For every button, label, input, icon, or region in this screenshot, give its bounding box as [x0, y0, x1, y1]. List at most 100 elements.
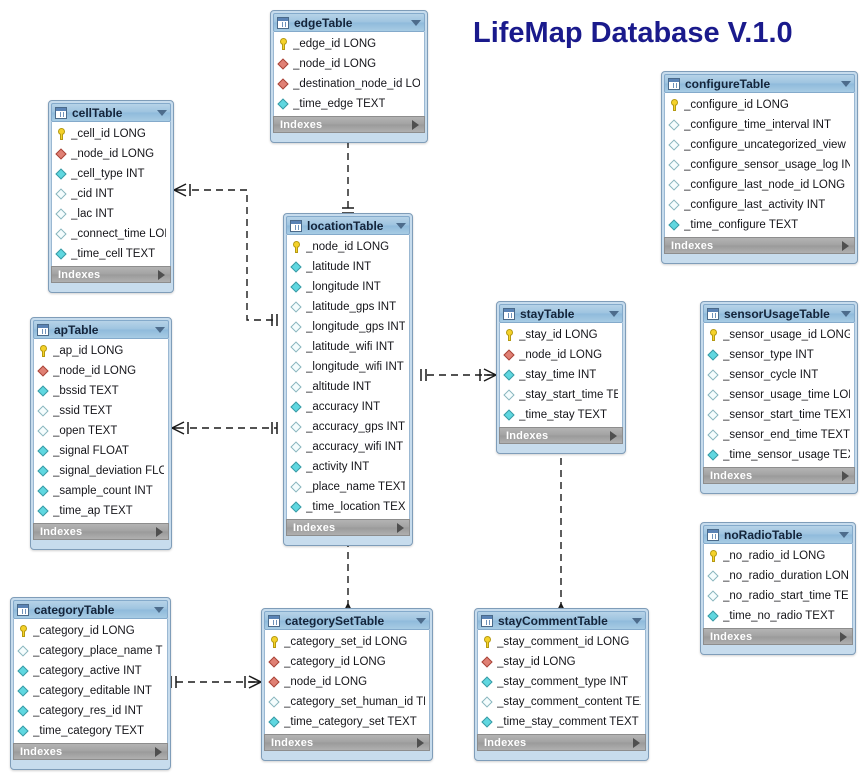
- column-row[interactable]: _stay_id LONG: [478, 652, 645, 672]
- chevron-down-icon[interactable]: [416, 617, 426, 624]
- indexes-section-stayCommentTable[interactable]: Indexes: [477, 734, 646, 751]
- column-row[interactable]: _configure_last_activity INT: [665, 195, 854, 215]
- chevron-right-icon[interactable]: [155, 746, 162, 757]
- column-row[interactable]: _time_stay_comment TEXT: [478, 712, 645, 732]
- entity-apTable[interactable]: apTable _ap_id LONG _node_id LONG _bssid TE…: [30, 317, 172, 550]
- column-row[interactable]: _latitude_gps INT: [287, 297, 409, 317]
- chevron-right-icon[interactable]: [412, 119, 419, 130]
- entity-header-stayCommentTable[interactable]: stayCommentTable: [477, 611, 646, 630]
- chevron-down-icon[interactable]: [609, 310, 619, 317]
- chevron-down-icon[interactable]: [632, 617, 642, 624]
- chevron-right-icon[interactable]: [156, 526, 163, 537]
- chevron-right-icon[interactable]: [610, 430, 617, 441]
- column-row[interactable]: _time_stay TEXT: [500, 405, 622, 425]
- chevron-down-icon[interactable]: [155, 326, 165, 333]
- entity-edgeTable[interactable]: edgeTable _edge_id LONG _node_id LONG _dest…: [270, 10, 428, 143]
- chevron-right-icon[interactable]: [417, 737, 424, 748]
- column-row[interactable]: _category_set_human_id TEXT: [265, 692, 429, 712]
- column-row[interactable]: _stay_comment_content TEXT: [478, 692, 645, 712]
- entity-noRadioTable[interactable]: noRadioTable _no_radio_id LONG _no_radio_d…: [700, 522, 856, 655]
- chevron-down-icon[interactable]: [839, 531, 849, 538]
- column-row[interactable]: _category_id LONG: [265, 652, 429, 672]
- column-row[interactable]: _sensor_end_time TEXT: [704, 425, 854, 445]
- column-row[interactable]: _longitude_wifi INT: [287, 357, 409, 377]
- chevron-right-icon[interactable]: [397, 522, 404, 533]
- column-row[interactable]: _configure_id LONG: [665, 95, 854, 115]
- chevron-right-icon[interactable]: [633, 737, 640, 748]
- column-row[interactable]: _time_ap TEXT: [34, 501, 168, 521]
- column-row[interactable]: _category_id LONG: [14, 621, 167, 641]
- column-row[interactable]: _node_id LONG: [274, 54, 424, 74]
- column-row[interactable]: _time_cell TEXT: [52, 244, 170, 264]
- column-row[interactable]: _node_id LONG: [34, 361, 168, 381]
- column-row[interactable]: _bssid TEXT: [34, 381, 168, 401]
- column-row[interactable]: _node_id LONG: [265, 672, 429, 692]
- column-row[interactable]: _configure_uncategorized_view INT: [665, 135, 854, 155]
- column-row[interactable]: _accuracy_gps INT: [287, 417, 409, 437]
- column-row[interactable]: _category_place_name TEXT: [14, 641, 167, 661]
- column-row[interactable]: _category_editable INT: [14, 681, 167, 701]
- column-row[interactable]: _configure_time_interval INT: [665, 115, 854, 135]
- indexes-section-stayTable[interactable]: Indexes: [499, 427, 623, 444]
- entity-stayTable[interactable]: stayTable _stay_id LONG _node_id LONG _stay…: [496, 301, 626, 454]
- column-row[interactable]: _cid INT: [52, 184, 170, 204]
- column-row[interactable]: _no_radio_duration LONG: [704, 566, 852, 586]
- entity-header-configureTable[interactable]: configureTable: [664, 74, 855, 93]
- entity-locationTable[interactable]: locationTable _node_id LONG _latitude INT _…: [283, 213, 413, 546]
- column-row[interactable]: _open TEXT: [34, 421, 168, 441]
- indexes-section-sensorUsageTable[interactable]: Indexes: [703, 467, 855, 484]
- entity-sensorUsageTable[interactable]: sensorUsageTable _sensor_usage_id LONG _se…: [700, 301, 858, 494]
- chevron-down-icon[interactable]: [157, 109, 167, 116]
- column-row[interactable]: _node_id LONG: [287, 237, 409, 257]
- chevron-right-icon[interactable]: [840, 631, 847, 642]
- column-row[interactable]: _signal FLOAT: [34, 441, 168, 461]
- column-row[interactable]: _ssid TEXT: [34, 401, 168, 421]
- column-row[interactable]: _time_edge TEXT: [274, 94, 424, 114]
- entity-header-stayTable[interactable]: stayTable: [499, 304, 623, 323]
- column-row[interactable]: _ap_id LONG: [34, 341, 168, 361]
- column-row[interactable]: _node_id LONG: [500, 345, 622, 365]
- entity-header-categorySetTable[interactable]: categorySetTable: [264, 611, 430, 630]
- column-row[interactable]: _sample_count INT: [34, 481, 168, 501]
- column-row[interactable]: _no_radio_start_time TEXT: [704, 586, 852, 606]
- column-row[interactable]: _sensor_type INT: [704, 345, 854, 365]
- column-row[interactable]: _edge_id LONG: [274, 34, 424, 54]
- indexes-section-cellTable[interactable]: Indexes: [51, 266, 171, 283]
- entity-header-categoryTable[interactable]: categoryTable: [13, 600, 168, 619]
- entity-cellTable[interactable]: cellTable _cell_id LONG _node_id LONG _cell…: [48, 100, 174, 293]
- entity-categorySetTable[interactable]: categorySetTable _category_set_id LONG _ca…: [261, 608, 433, 761]
- column-row[interactable]: _stay_id LONG: [500, 325, 622, 345]
- column-row[interactable]: _sensor_start_time TEXT: [704, 405, 854, 425]
- indexes-section-apTable[interactable]: Indexes: [33, 523, 169, 540]
- chevron-down-icon[interactable]: [396, 222, 406, 229]
- indexes-section-edgeTable[interactable]: Indexes: [273, 116, 425, 133]
- column-row[interactable]: _time_configure TEXT: [665, 215, 854, 235]
- column-row[interactable]: _latitude_wifi INT: [287, 337, 409, 357]
- column-row[interactable]: _longitude_gps INT: [287, 317, 409, 337]
- entity-stayCommentTable[interactable]: stayCommentTable _stay_comment_id LONG _st…: [474, 608, 649, 761]
- entity-header-apTable[interactable]: apTable: [33, 320, 169, 339]
- chevron-down-icon[interactable]: [841, 80, 851, 87]
- column-row[interactable]: _stay_comment_id LONG: [478, 632, 645, 652]
- column-row[interactable]: _destination_node_id LONG: [274, 74, 424, 94]
- entity-categoryTable[interactable]: categoryTable _category_id LONG _category_…: [10, 597, 171, 770]
- column-row[interactable]: _sensor_usage_time LONG: [704, 385, 854, 405]
- chevron-down-icon[interactable]: [154, 606, 164, 613]
- entity-header-sensorUsageTable[interactable]: sensorUsageTable: [703, 304, 855, 323]
- chevron-down-icon[interactable]: [841, 310, 851, 317]
- column-row[interactable]: _cell_type INT: [52, 164, 170, 184]
- column-row[interactable]: _latitude INT: [287, 257, 409, 277]
- column-row[interactable]: _stay_comment_type INT: [478, 672, 645, 692]
- entity-header-cellTable[interactable]: cellTable: [51, 103, 171, 122]
- column-row[interactable]: _stay_time INT: [500, 365, 622, 385]
- column-row[interactable]: _cell_id LONG: [52, 124, 170, 144]
- column-row[interactable]: _time_category_set TEXT: [265, 712, 429, 732]
- indexes-section-categorySetTable[interactable]: Indexes: [264, 734, 430, 751]
- column-row[interactable]: _category_res_id INT: [14, 701, 167, 721]
- column-row[interactable]: _place_name TEXT: [287, 477, 409, 497]
- chevron-right-icon[interactable]: [842, 240, 849, 251]
- column-row[interactable]: _sensor_usage_id LONG: [704, 325, 854, 345]
- column-row[interactable]: _stay_start_time TE...: [500, 385, 622, 405]
- column-row[interactable]: _node_id LONG: [52, 144, 170, 164]
- indexes-section-locationTable[interactable]: Indexes: [286, 519, 410, 536]
